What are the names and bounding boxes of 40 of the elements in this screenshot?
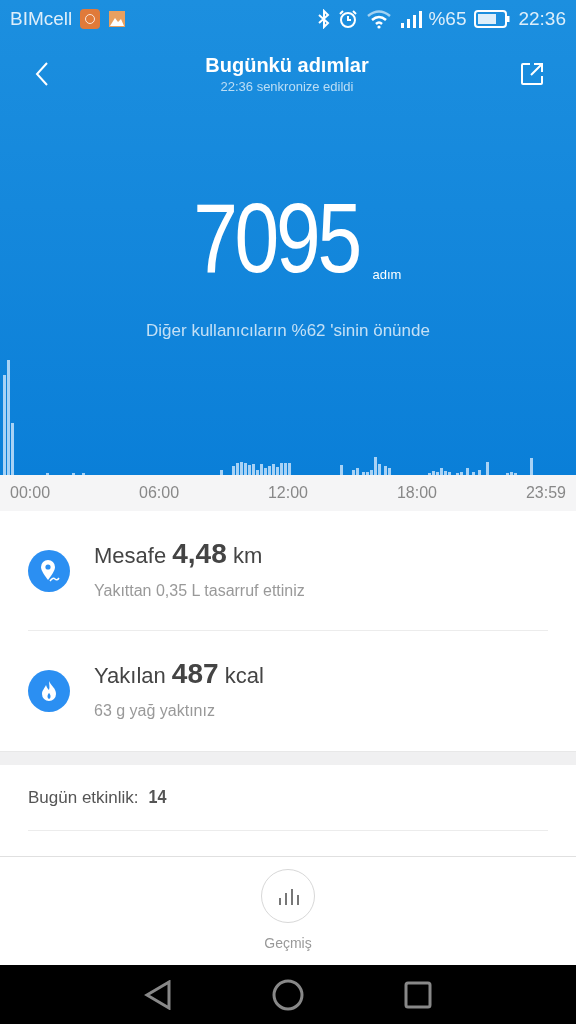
bluetooth-icon [318,9,331,29]
home-nav-icon[interactable] [272,978,304,1011]
recents-nav-icon[interactable] [404,980,432,1009]
wifi-icon [366,9,393,29]
battery-icon [474,10,511,28]
comparison-text: Diğer kullanıcıların %62 'sinin önünde [145,320,431,342]
step-unit: adım [372,265,402,284]
axis-label: 23:59 [525,483,566,503]
axis-label: 06:00 [139,483,180,503]
signal-icon [400,9,425,29]
share-button[interactable] [520,61,546,87]
image-notification-icon [108,10,127,28]
activity-bar [530,458,533,475]
back-nav-icon[interactable] [144,979,172,1010]
stat-headline: Mesafe 4,48 km [94,538,264,571]
clock-time: 22:36 [518,6,566,31]
activity-bar [340,465,343,475]
alarm-icon [338,9,359,29]
battery-percentage: %65 [428,6,467,31]
sync-status: 22:36 senkronize edildi [220,77,354,96]
activity-count: 14 [148,785,167,810]
step-count: 7095 [192,190,359,286]
history-label: Geçmiş [264,934,312,953]
flame-icon [28,670,70,712]
activity-bar [220,470,223,475]
axis-label: 12:00 [267,483,308,503]
stat-detail: Yakıttan 0,35 L tasarruf ettiniz [94,580,305,601]
activity-bar [478,470,481,475]
carrier-name: BIMcell [10,6,73,31]
activity-bar [472,472,475,475]
page-title: Bugünkü adımlar [205,52,369,77]
stat-headline: Yakılan 487 kcal [94,659,264,691]
location-pin-icon [28,549,70,592]
stat-detail: 63 g yağ yaktınız [94,701,216,721]
app-notification-icon [80,9,101,29]
axis-label: 00:00 [10,483,51,503]
activity-bar [486,462,489,475]
activity-label: Bugün etkinlik: [28,786,139,809]
activity-bar [466,468,469,475]
axis-label: 18:00 [396,483,437,503]
